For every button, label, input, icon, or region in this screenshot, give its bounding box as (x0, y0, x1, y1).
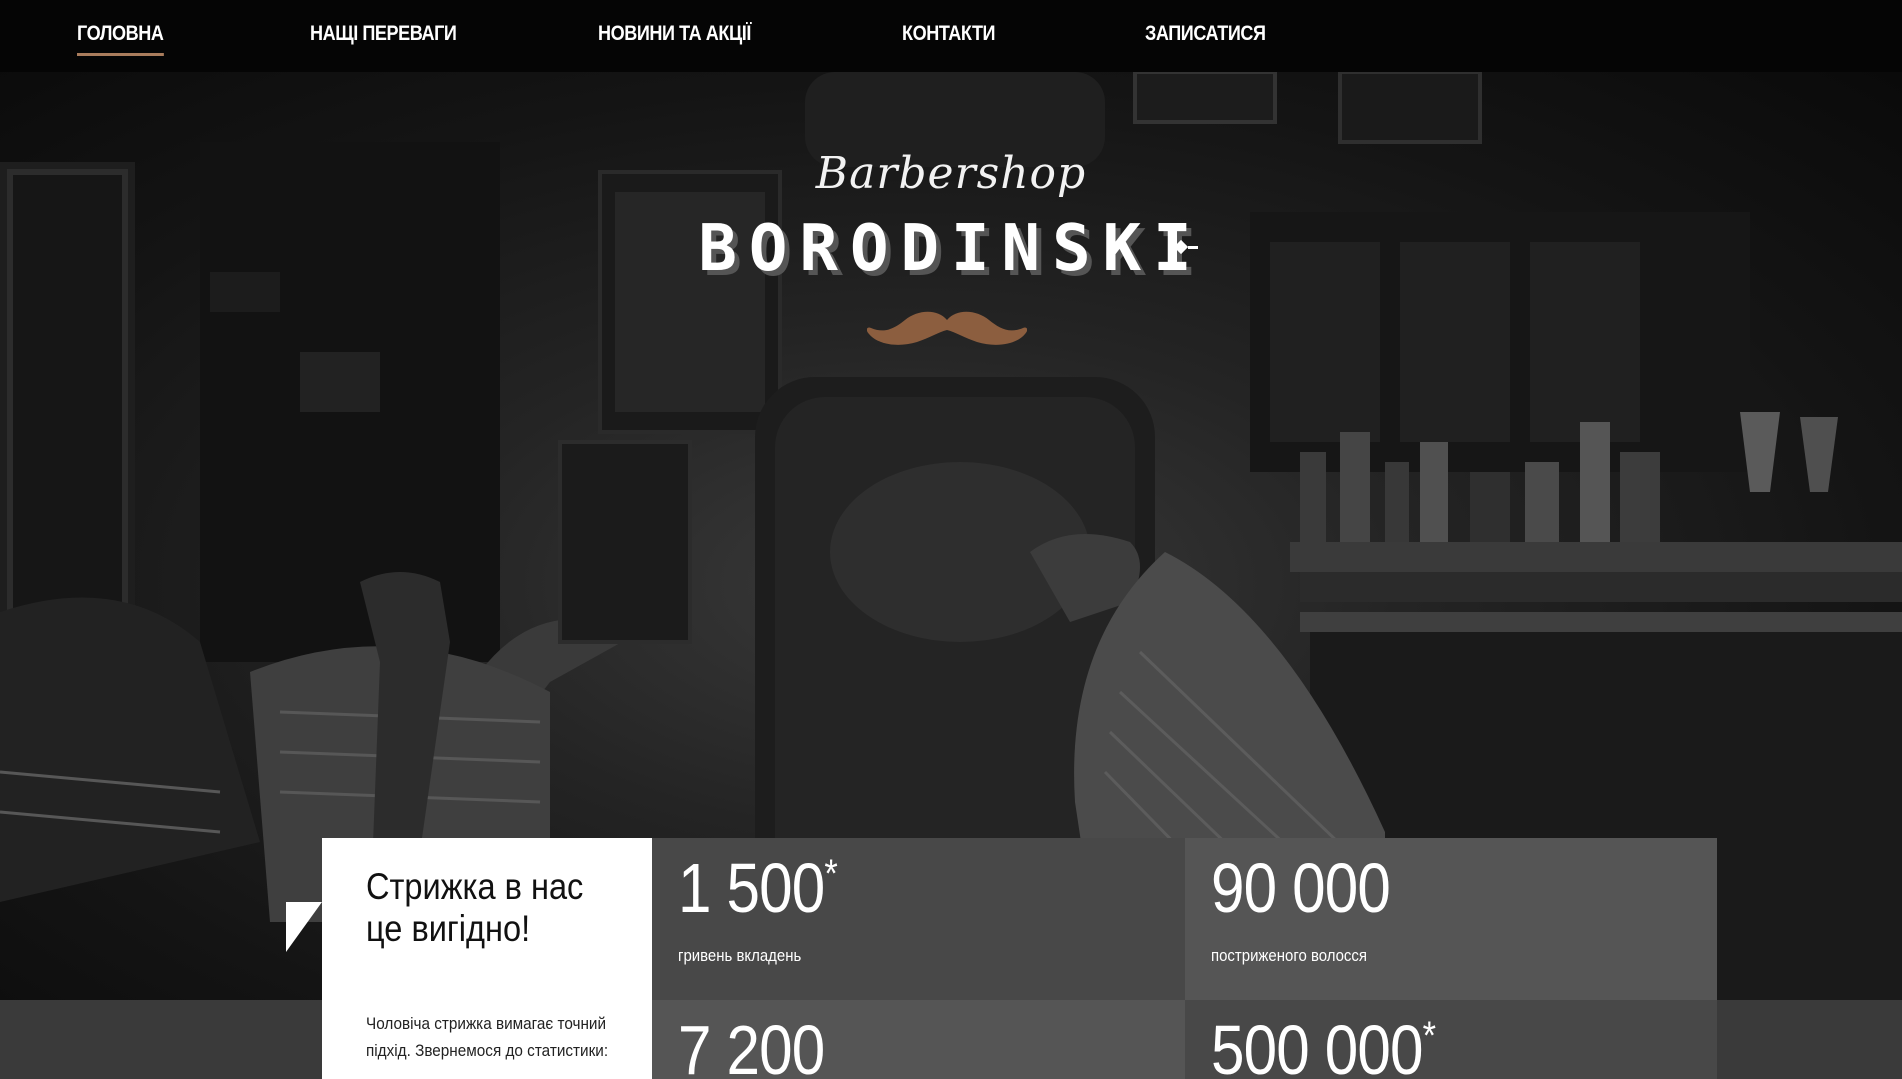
logo-dash-right (1188, 246, 1198, 249)
intro-card: Стрижка в нас це вигідно! Чоловіча стриж… (322, 838, 652, 1079)
intro-text: Чоловіча стрижка вимагає точний підхід. … (366, 1014, 609, 1060)
stat-block-fourth: 500 000* (1185, 1000, 1717, 1079)
stat-block-hair: 90 000 постриженого волосся (1185, 838, 1717, 1000)
stat-value: 7 200 (678, 1011, 825, 1079)
nav-item-news[interactable]: НОВИНИ ТА АКЦІЇ (598, 22, 751, 46)
stat-block-third: 7 200 (652, 1000, 1185, 1079)
intro-title: Стрижка в нас це вигідно! (366, 866, 584, 949)
stat-value: 90 000 (1211, 849, 1391, 927)
nav-item-contacts[interactable]: КОНТАКТИ (902, 22, 996, 46)
mustache-icon (867, 311, 1027, 345)
nav-item-home[interactable]: ГОЛОВНА (77, 22, 164, 56)
stat-block-investment: 1 500* гривень вкладень (652, 838, 1185, 1000)
stat-value: 1 500* (678, 849, 838, 927)
stat-value: 500 000* (1211, 1011, 1436, 1079)
top-navigation: ГОЛОВНА НАЩІ ПЕРЕВАГИ НОВИНИ ТА АКЦІЇ КО… (0, 0, 1902, 72)
nav-item-advantages[interactable]: НАЩІ ПЕРЕВАГИ (310, 22, 457, 46)
nav-item-signup[interactable]: ЗАПИСАТИСЯ (1145, 22, 1266, 46)
logo-script: Barbershop (815, 148, 1087, 199)
stat-label: гривень вкладень (678, 946, 802, 965)
stat-label: постриженого волосся (1211, 946, 1367, 965)
logo-title: BORODINSKI (698, 212, 1204, 286)
